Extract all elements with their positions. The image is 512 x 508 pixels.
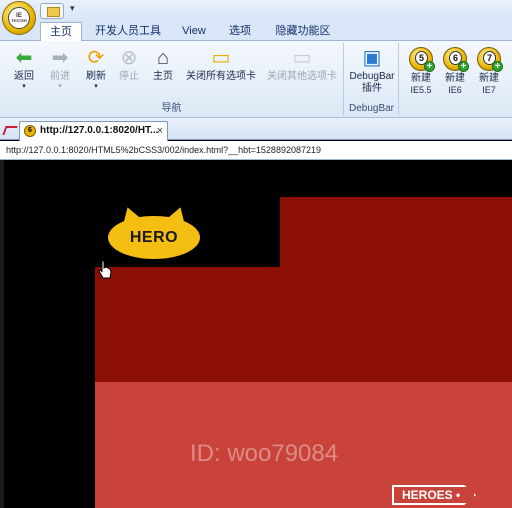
ie6-icon: 6 + <box>443 47 469 72</box>
title-bar: IE TESTER ▾ <box>0 0 512 35</box>
stop-icon: ⊗ <box>120 47 138 69</box>
ie6-tab-icon: 6 <box>24 125 36 137</box>
ribbon: ⬅ 返回 ▾ ➡ 前进 ▾ ⟳ 刷新 ▾ ⊗ 停止 ⌂ 主页 ▭ 关闭所有选项卡… <box>0 41 512 118</box>
address-bar[interactable]: http://127.0.0.1:8020/HTML5%2bCSS3/002/i… <box>0 141 512 160</box>
nav-group-label: 导航 <box>161 103 182 114</box>
heroes-button[interactable]: HEROES • <box>392 485 476 505</box>
quick-access-more-icon[interactable]: ▾ <box>70 3 75 14</box>
page-viewport: HERO ID: woo79084 HEROES • <box>0 160 512 508</box>
document-tab-title: http://127.0.0.1:8020/HT... <box>40 125 159 136</box>
debugbar-plugin-button[interactable]: ▣ DebugBar 插件 <box>348 47 396 95</box>
new-ie7-button[interactable]: 7 + 新建 IE7 <box>472 47 506 95</box>
close-tab-icon[interactable]: × <box>157 122 163 140</box>
new-ie55-button[interactable]: 5 + 新建 IE5.5 <box>404 47 438 95</box>
tab-list-icon[interactable] <box>2 126 18 135</box>
hero-badge[interactable]: HERO <box>108 204 200 259</box>
debugbar-group: ▣ DebugBar 插件 DebugBar <box>345 43 399 115</box>
app-menu-button[interactable]: IE TESTER <box>2 1 36 35</box>
refresh-icon: ⟳ <box>87 47 105 69</box>
watermark-text: ID: woo79084 <box>190 440 339 467</box>
tab-home[interactable]: 主页 <box>40 22 82 42</box>
tab-developer-tools[interactable]: 开发人员工具 <box>88 22 168 41</box>
viewport-border <box>0 160 4 508</box>
forward-arrow-icon: ➡ <box>51 47 69 69</box>
document-tab[interactable]: 6 http://127.0.0.1:8020/HT... × <box>19 121 168 141</box>
tab-options[interactable]: 选项 <box>220 22 260 41</box>
home-button[interactable]: ⌂ 主页 <box>146 47 180 83</box>
ribbon-tabs: 主页 开发人员工具 View 选项 隐藏功能区 <box>0 22 512 42</box>
back-button[interactable]: ⬅ 返回 ▾ <box>6 47 42 90</box>
ie55-icon: 5 + <box>409 47 435 72</box>
new-ie6-button[interactable]: 6 + 新建 IE6 <box>438 47 472 95</box>
debugbar-icon: ▣ <box>362 47 382 69</box>
refresh-button[interactable]: ⟳ 刷新 ▾ <box>78 47 114 90</box>
close-other-tabs-icon: ▭ <box>292 47 312 69</box>
hero-badge-label: HERO <box>129 229 179 246</box>
nav-group: ⬅ 返回 ▾ ➡ 前进 ▾ ⟳ 刷新 ▾ ⊗ 停止 ⌂ 主页 ▭ 关闭所有选项卡… <box>0 43 344 115</box>
close-all-tabs-icon: ▭ <box>211 47 231 69</box>
hand-cursor-icon <box>98 260 112 279</box>
new-ie-group: 5 + 新建 IE5.5 6 + 新建 IE6 7 + 新建 IE7 <box>400 43 512 115</box>
close-other-tabs-button[interactable]: ▭ 关闭其他选项卡 <box>262 47 342 83</box>
back-arrow-icon: ⬅ <box>15 47 33 69</box>
tab-hide-ribbon[interactable]: 隐藏功能区 <box>268 22 338 41</box>
close-all-tabs-button[interactable]: ▭ 关闭所有选项卡 <box>180 47 262 83</box>
debugbar-group-label: DebugBar <box>348 103 395 114</box>
document-tab-bar: 6 http://127.0.0.1:8020/HT... × <box>0 118 512 141</box>
open-folder-icon[interactable] <box>40 3 64 19</box>
ie-tester-logo-icon: IE TESTER <box>8 7 30 29</box>
tab-view[interactable]: View <box>176 22 212 41</box>
dark-red-block <box>95 267 512 382</box>
forward-button[interactable]: ➡ 前进 ▾ <box>42 47 78 90</box>
stop-button[interactable]: ⊗ 停止 <box>112 47 146 83</box>
home-icon: ⌂ <box>156 47 170 69</box>
ie7-icon: 7 + <box>477 47 503 72</box>
